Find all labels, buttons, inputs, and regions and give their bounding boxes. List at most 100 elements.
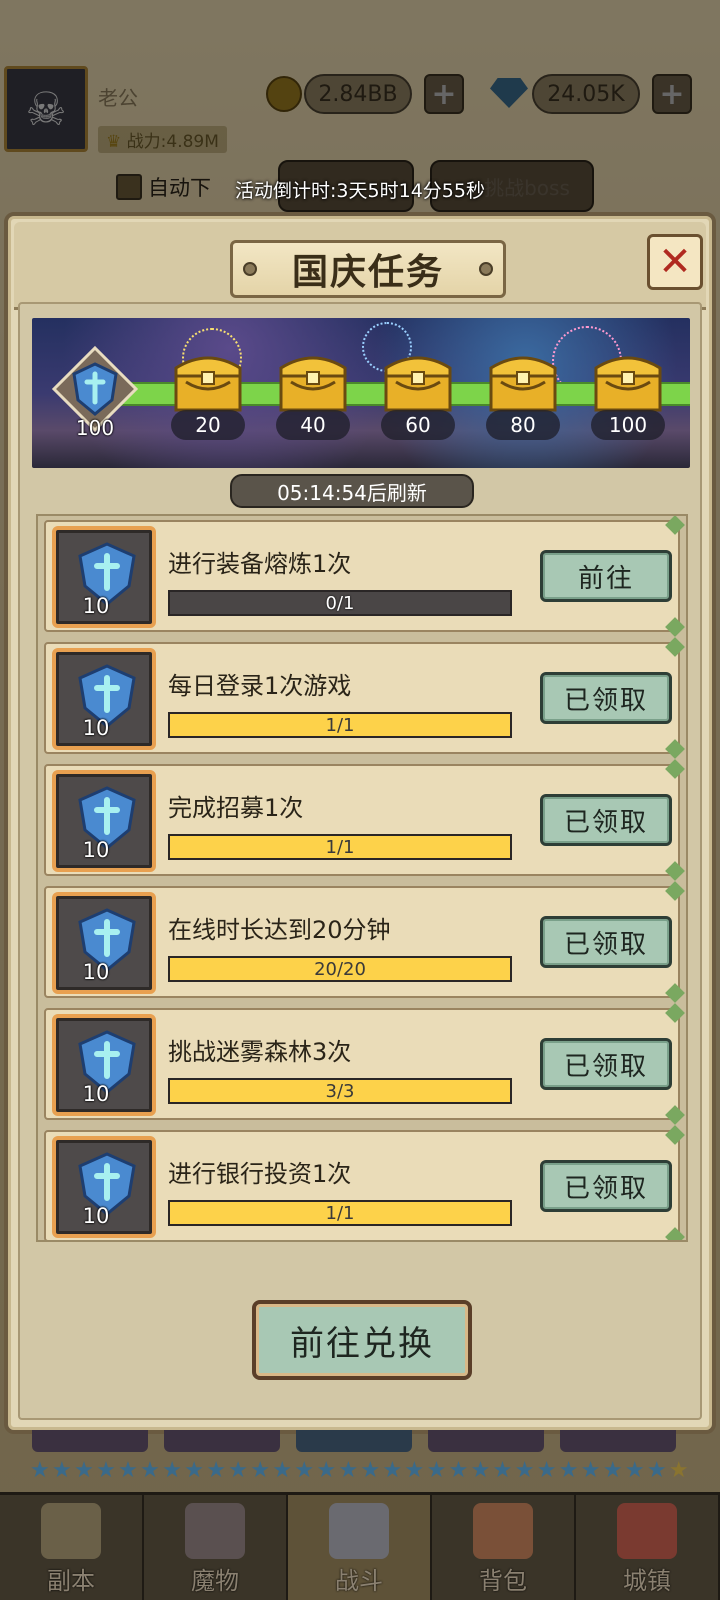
task-reward-icon: 10 — [52, 892, 156, 994]
task-progress-bar: 1/1 — [168, 1200, 512, 1226]
leaf-decoration — [665, 1003, 685, 1023]
task-reward-amount: 10 — [82, 716, 110, 740]
reward-chest-icon[interactable] — [483, 346, 563, 414]
task-title: 每日登录1次游戏 — [168, 672, 352, 700]
milestone-label: 40 — [276, 410, 350, 440]
reward-banner: 100 20 40 60 80 100 — [32, 318, 690, 468]
leaf-decoration — [665, 983, 685, 1003]
map-scroll-icon — [41, 1503, 101, 1559]
task-reward-amount: 10 — [82, 594, 110, 618]
task-progress-text: 3/3 — [325, 1080, 355, 1102]
star-icon: ★ — [74, 1458, 94, 1483]
close-button[interactable]: ✕ — [647, 234, 703, 290]
claimed-button[interactable]: 已领取 — [540, 1038, 672, 1090]
go-exchange-button[interactable]: 前往兑换 — [252, 1300, 472, 1380]
claimed-button[interactable]: 已领取 — [540, 672, 672, 724]
task-row: 10 在线时长达到20分钟 20/20 已领取 — [44, 881, 685, 1003]
reward-chest-icon[interactable] — [588, 346, 668, 414]
reward-chest-icon[interactable] — [378, 346, 458, 414]
task-reward-amount: 10 — [82, 960, 110, 984]
task-reward-amount: 10 — [82, 838, 110, 862]
star-icon: ★ — [492, 1458, 513, 1483]
hero-card[interactable] — [164, 1430, 280, 1452]
leaf-decoration — [665, 516, 685, 535]
task-reward-icon: 10 — [52, 1136, 156, 1238]
nav-label: 魔物 — [191, 1567, 239, 1595]
close-icon: ✕ — [658, 239, 692, 285]
nav-item-town-building[interactable]: 城镇 — [576, 1495, 720, 1600]
claimed-button[interactable]: 已领取 — [540, 916, 672, 968]
reward-chest-icon[interactable] — [273, 346, 353, 414]
task-row: 10 进行银行投资1次 1/1 已领取 — [44, 1125, 685, 1240]
backpack-icon — [473, 1503, 533, 1559]
monster-helmet-icon — [185, 1503, 245, 1559]
reward-chest-icon[interactable] — [168, 346, 248, 414]
leaf-decoration — [665, 881, 685, 901]
milestone-label: 60 — [381, 410, 455, 440]
task-row: 10 进行装备熔炼1次 0/1 前往 — [44, 516, 685, 637]
panel-body: 100 20 40 60 80 100 05:14:54后刷新 10 进行装备熔炼1次 0/… — [18, 302, 702, 1420]
star-icon: ★ — [140, 1458, 160, 1483]
star-icon: ★ — [184, 1458, 204, 1483]
leaf-decoration — [665, 1227, 685, 1240]
nav-item-monster-helmet[interactable]: 魔物 — [144, 1495, 288, 1600]
milestone-label: 100 — [591, 410, 665, 440]
star-icon: ★ — [382, 1458, 403, 1483]
star-icon: ★ — [272, 1458, 293, 1483]
hero-card[interactable] — [560, 1430, 676, 1452]
leaf-decoration — [665, 861, 685, 881]
current-points: 100 — [75, 416, 115, 440]
task-row: 10 每日登录1次游戏 1/1 已领取 — [44, 637, 685, 759]
task-progress-text: 20/20 — [314, 958, 366, 980]
task-row: 10 完成招募1次 1/1 已领取 — [44, 759, 685, 881]
task-progress-text: 1/1 — [325, 1202, 355, 1224]
star-icon: ★ — [316, 1458, 337, 1483]
star-icon: ★ — [624, 1458, 645, 1483]
star-icon: ★ — [206, 1458, 226, 1483]
star-icon: ★ — [338, 1458, 359, 1483]
refresh-timer: 05:14:54后刷新 — [230, 474, 474, 508]
task-reward-icon: 10 — [52, 1014, 156, 1116]
task-reward-icon: 10 — [52, 770, 156, 872]
task-progress-text: 1/1 — [325, 714, 355, 736]
claimed-button[interactable]: 已领取 — [540, 1160, 672, 1212]
nav-item-backpack[interactable]: 背包 — [432, 1495, 576, 1600]
task-progress-bar: 1/1 — [168, 834, 512, 860]
star-icon: ★ — [294, 1458, 315, 1483]
leaf-decoration — [665, 637, 685, 657]
hero-card[interactable] — [296, 1430, 412, 1452]
star-icon: ★ — [228, 1458, 249, 1483]
task-reward-icon: 10 — [52, 648, 156, 750]
nav-label: 战斗 — [335, 1567, 383, 1595]
star-icon: ★ — [250, 1458, 271, 1483]
milestone-label: 80 — [486, 410, 560, 440]
task-progress-bar: 0/1 — [168, 590, 512, 616]
nav-item-map-scroll[interactable]: 副本 — [0, 1495, 144, 1600]
task-list[interactable]: 10 进行装备熔炼1次 0/1 前往 10 每日登录1次游戏 1/1 已领取 10 完成招募1次 1… — [36, 514, 688, 1242]
task-reward-amount: 10 — [82, 1204, 110, 1228]
go-button[interactable]: 前往 — [540, 550, 672, 602]
hero-card[interactable] — [32, 1430, 148, 1452]
star-icon: ★ — [30, 1458, 50, 1483]
claimed-button[interactable]: 已领取 — [540, 794, 672, 846]
star-row: ★ ★ ★ ★ ★ ★ ★ ★ ★ ★ ★ ★ ★ ★ ★ ★ ★ ★ ★ ★ ★ ★ ★ ★ ★ ★ ★ ★ ★ ★ — [30, 1460, 690, 1488]
nav-label: 城镇 — [623, 1567, 671, 1595]
task-title: 在线时长达到20分钟 — [168, 916, 391, 944]
star-icon: ★ — [668, 1458, 689, 1483]
nav-label: 副本 — [47, 1567, 95, 1595]
title-plate: 国庆任务 — [230, 240, 506, 298]
leaf-decoration — [665, 1105, 685, 1125]
star-icon: ★ — [580, 1458, 601, 1483]
hero-card[interactable] — [428, 1430, 544, 1452]
star-icon: ★ — [360, 1458, 381, 1483]
star-icon: ★ — [404, 1458, 425, 1483]
star-icon: ★ — [470, 1458, 491, 1483]
leaf-decoration — [665, 739, 685, 759]
leaf-decoration — [665, 617, 685, 637]
task-progress-bar: 1/1 — [168, 712, 512, 738]
star-icon: ★ — [646, 1458, 667, 1483]
rivet-icon — [479, 262, 493, 276]
task-title: 进行银行投资1次 — [168, 1160, 352, 1188]
nav-label: 背包 — [479, 1567, 527, 1595]
nav-item-crossed-swords[interactable]: 战斗 — [288, 1495, 432, 1600]
